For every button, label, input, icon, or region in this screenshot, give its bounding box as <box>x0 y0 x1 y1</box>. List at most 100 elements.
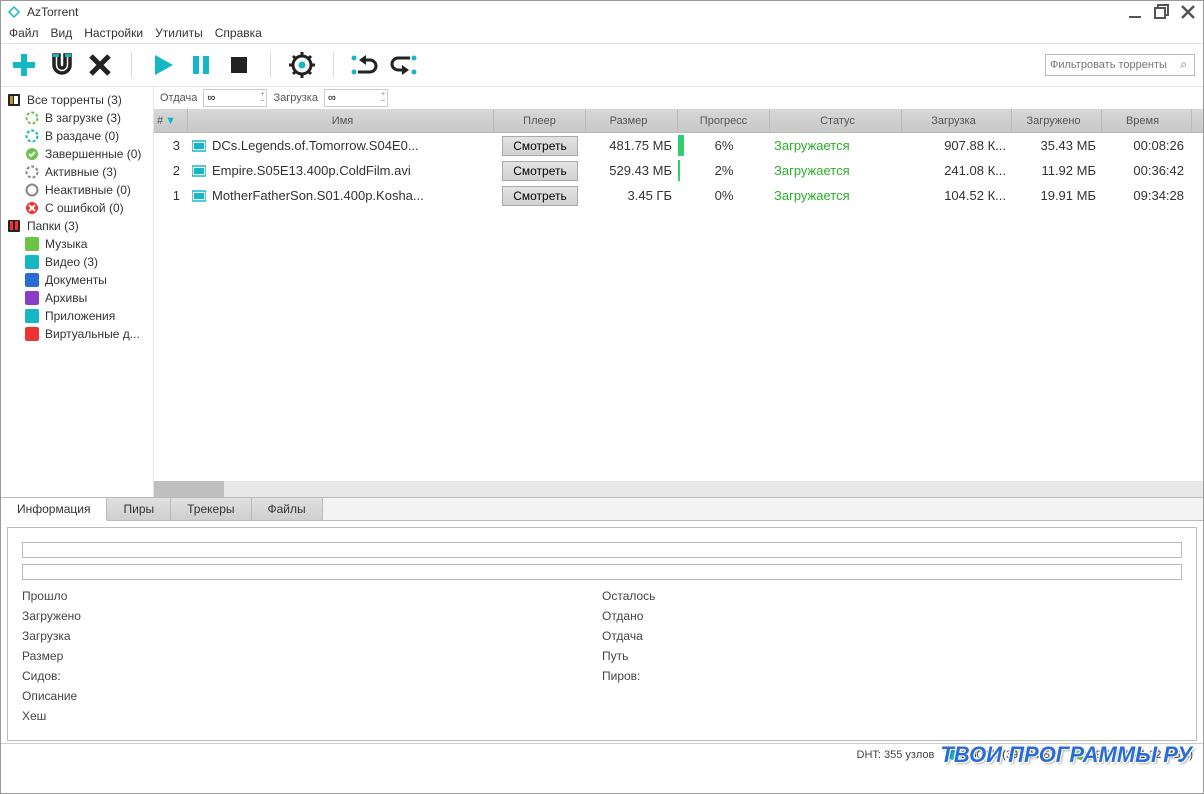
col-status[interactable]: Статус <box>770 109 902 132</box>
upload-icon <box>25 129 39 143</box>
app-icon <box>7 5 21 19</box>
tab-peers[interactable]: Пиры <box>107 498 171 520</box>
col-player[interactable]: Плеер <box>494 109 586 132</box>
col-time[interactable]: Время <box>1102 109 1192 132</box>
upload-limit-spinner[interactable]: +− <box>203 89 267 107</box>
apps-icon <box>25 309 39 323</box>
menu-file[interactable]: Файл <box>9 26 39 40</box>
info-hash: Хеш <box>22 706 602 726</box>
maximize-button[interactable] <box>1153 3 1171 21</box>
table-row[interactable]: 2Empire.S05E13.400p.ColdFilm.aviСмотреть… <box>154 158 1203 183</box>
cell-downloaded: 19.91 МБ <box>1012 183 1102 208</box>
sidebar-music[interactable]: Музыка <box>7 235 147 253</box>
sidebar-label: Документы <box>45 273 107 287</box>
sidebar-label: В загрузке (3) <box>45 111 121 125</box>
sidebar-label: Виртуальные д... <box>45 327 140 341</box>
remove-button[interactable] <box>85 50 115 80</box>
info-downloaded: Загружено <box>22 606 602 626</box>
sidebar-active[interactable]: Активные (3) <box>7 163 147 181</box>
tab-trackers[interactable]: Трекеры <box>171 498 251 520</box>
sidebar-inactive[interactable]: Неактивные (0) <box>7 181 147 199</box>
sidebar-docs[interactable]: Документы <box>7 271 147 289</box>
download-limit-label: Загрузка <box>273 92 317 104</box>
settings-button[interactable] <box>287 50 317 80</box>
sidebar-label: Завершенные (0) <box>45 147 141 161</box>
pieces-bar <box>22 542 1182 558</box>
play-button[interactable] <box>148 50 178 80</box>
cell-size: 529.43 МБ <box>586 158 678 183</box>
cell-progress: 2% <box>678 158 770 183</box>
col-num[interactable]: #▼ <box>154 109 188 132</box>
sidebar-all-torrents[interactable]: Все торренты (3) <box>7 91 147 109</box>
col-downloaded[interactable]: Загружено <box>1012 109 1102 132</box>
info-peers: Пиров: <box>602 666 1182 686</box>
menu-help[interactable]: Справка <box>215 26 262 40</box>
check-icon <box>25 147 39 161</box>
bookmark-icon <box>7 219 21 233</box>
cell-player: Смотреть <box>494 158 586 183</box>
download-limit-spinner[interactable]: +− <box>324 89 388 107</box>
cell-num: 2 <box>154 158 188 183</box>
sidebar-folders[interactable]: Папки (3) <box>7 217 147 235</box>
menu-settings[interactable]: Настройки <box>84 26 143 40</box>
watch-button[interactable]: Смотреть <box>502 186 578 206</box>
info-upload: Отдача <box>602 626 1182 646</box>
sidebar-apps[interactable]: Приложения <box>7 307 147 325</box>
menubar: Файл Вид Настройки Утилиты Справка <box>1 23 1203 43</box>
upload-dot-icon <box>1076 750 1086 760</box>
cell-status: Загружается <box>770 158 902 183</box>
sidebar-downloading[interactable]: В загрузке (3) <box>7 109 147 127</box>
watch-button[interactable]: Смотреть <box>502 136 578 156</box>
cell-progress: 6% <box>678 133 770 158</box>
sidebar-video[interactable]: Видео (3) <box>7 253 147 271</box>
cell-num: 1 <box>154 183 188 208</box>
add-magnet-button[interactable] <box>47 50 77 80</box>
tab-files[interactable]: Файлы <box>252 498 323 520</box>
sidebar: Все торренты (3) В загрузке (3) В раздач… <box>1 87 153 497</box>
table-row[interactable]: 3DCs.Legends.of.Tomorrow.S04E0...Смотрет… <box>154 133 1203 158</box>
cell-downloaded: 35.43 МБ <box>1012 133 1102 158</box>
video-icon <box>25 255 39 269</box>
col-progress[interactable]: Прогресс <box>678 109 770 132</box>
add-torrent-button[interactable] <box>9 50 39 80</box>
sidebar-archives[interactable]: Архивы <box>7 289 147 307</box>
cell-status: Загружается <box>770 133 902 158</box>
menu-utils[interactable]: Утилиты <box>155 26 203 40</box>
vd-icon <box>25 327 39 341</box>
sidebar-label: Папки (3) <box>27 219 79 233</box>
pause-button[interactable] <box>186 50 216 80</box>
col-size[interactable]: Размер <box>586 109 678 132</box>
info-remaining: Осталось <box>602 586 1182 606</box>
filter-input[interactable] <box>1045 54 1195 76</box>
sidebar-label: Неактивные (0) <box>45 183 131 197</box>
menu-view[interactable]: Вид <box>51 26 73 40</box>
move-down-button[interactable] <box>388 50 418 80</box>
col-download[interactable]: Загрузка <box>902 109 1012 132</box>
close-button[interactable] <box>1179 3 1197 21</box>
sidebar-completed[interactable]: Завершенные (0) <box>7 145 147 163</box>
sidebar-vd[interactable]: Виртуальные д... <box>7 325 147 343</box>
cell-downloaded: 11.92 МБ <box>1012 158 1102 183</box>
info-description: Описание <box>22 686 602 706</box>
sidebar-error[interactable]: С ошибкой (0) <box>7 199 147 217</box>
details-tabs: Информация Пиры Трекеры Файлы <box>1 498 1203 521</box>
cell-status: Загружается <box>770 183 902 208</box>
stop-button[interactable] <box>224 50 254 80</box>
speed-limits: Отдача +− Загрузка +− <box>154 87 1203 109</box>
tab-info[interactable]: Информация <box>1 498 107 521</box>
horizontal-scrollbar[interactable] <box>154 481 1203 497</box>
sidebar-label: В раздаче (0) <box>45 129 119 143</box>
cell-download: 104.52 К... <box>902 183 1012 208</box>
inactive-icon <box>25 183 39 197</box>
table-row[interactable]: 1MotherFatherSon.S01.400p.Kosha... Смотре… <box>154 183 1203 208</box>
watch-button[interactable]: Смотреть <box>502 161 578 181</box>
app-title: AzTorrent <box>27 5 78 19</box>
move-up-button[interactable] <box>350 50 380 80</box>
availability-bar <box>22 564 1182 580</box>
col-name[interactable]: Имя <box>188 109 494 132</box>
cell-name: MotherFatherSon.S01.400p.Kosha... <box>188 183 494 208</box>
minimize-button[interactable] <box>1127 3 1145 21</box>
sidebar-seeding[interactable]: В раздаче (0) <box>7 127 147 145</box>
info-elapsed: Прошло <box>22 586 602 606</box>
cell-player: Смотреть <box>494 183 586 208</box>
